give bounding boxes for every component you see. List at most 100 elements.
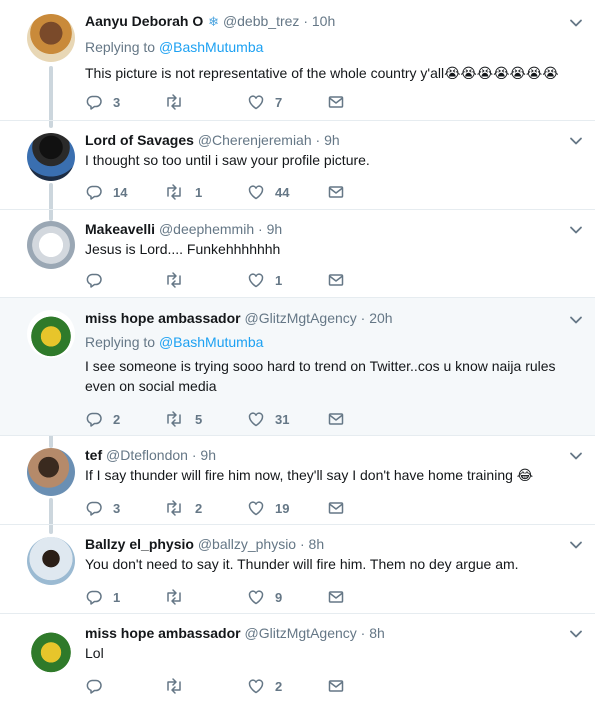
like-count: 1: [275, 272, 283, 288]
timestamp[interactable]: 10h: [312, 13, 335, 29]
author-handle[interactable]: @GlitzMgtAgency: [245, 625, 357, 641]
like-button[interactable]: 1: [247, 270, 282, 290]
chevron-down-icon[interactable]: [569, 134, 583, 148]
chevron-down-icon[interactable]: [569, 16, 583, 30]
like-button[interactable]: 7: [247, 92, 282, 112]
author-name[interactable]: Aanyu Deborah O: [85, 13, 203, 29]
separator: ·: [303, 13, 308, 29]
reply-button[interactable]: 14: [85, 182, 127, 202]
replying-to-link[interactable]: @BashMutumba: [159, 39, 263, 55]
envelope-icon: [327, 588, 345, 606]
dm-button[interactable]: [327, 676, 345, 696]
chevron-down-icon[interactable]: [569, 449, 583, 463]
reply-button[interactable]: 2: [85, 409, 120, 429]
snowflake-icon: ❄: [208, 14, 220, 29]
author-handle[interactable]: @Dteflondon: [106, 447, 188, 463]
reply-button[interactable]: 1: [85, 587, 120, 607]
like-count: 7: [275, 94, 283, 110]
envelope-icon: [327, 271, 345, 289]
heart-icon: [247, 271, 265, 289]
envelope-icon: [327, 499, 345, 517]
dm-button[interactable]: [327, 92, 345, 112]
like-count: 2: [275, 678, 283, 694]
avatar[interactable]: [27, 133, 75, 181]
reply-button[interactable]: [85, 270, 113, 290]
avatar[interactable]: [27, 14, 75, 62]
chevron-down-icon[interactable]: [569, 627, 583, 641]
author-handle[interactable]: @ballzy_physio: [198, 536, 296, 552]
dm-button[interactable]: [327, 182, 345, 202]
replying-label: Replying to: [85, 39, 156, 55]
reply-button[interactable]: 3: [85, 92, 120, 112]
author-handle[interactable]: @GlitzMgtAgency: [245, 310, 357, 326]
chevron-down-icon[interactable]: [569, 223, 583, 237]
heart-icon: [247, 499, 265, 517]
like-button[interactable]: 2: [247, 676, 282, 696]
retweet-button[interactable]: 1: [163, 182, 202, 202]
reply-count: 1: [113, 589, 121, 605]
retweet-button[interactable]: [163, 270, 195, 290]
timestamp[interactable]: 9h: [324, 132, 340, 148]
author-name[interactable]: Ballzy el_physio: [85, 536, 194, 552]
tweet[interactable]: Aanyu Deborah O ❄ @debb_trez · 10h Reply…: [0, 0, 595, 121]
reply-icon: [85, 271, 103, 289]
timestamp[interactable]: 9h: [267, 221, 283, 237]
author-name[interactable]: miss hope ambassador: [85, 310, 241, 326]
retweet-button[interactable]: [163, 676, 195, 696]
retweet-button[interactable]: 2: [163, 498, 202, 518]
like-button[interactable]: 31: [247, 409, 289, 429]
dm-button[interactable]: [327, 409, 345, 429]
reply-count: 2: [113, 411, 121, 427]
tweet[interactable]: tef @Dteflondon · 9h If I say thunder wi…: [0, 436, 595, 525]
like-button[interactable]: 9: [247, 587, 282, 607]
author-name[interactable]: miss hope ambassador: [85, 625, 241, 641]
replying-to-link[interactable]: @BashMutumba: [159, 334, 263, 350]
like-count: 9: [275, 589, 283, 605]
tweet[interactable]: Lord of Savages @Cherenjeremiah · 9h I t…: [0, 121, 595, 210]
retweet-icon: [163, 271, 185, 289]
author-handle[interactable]: @deephemmih: [159, 221, 254, 237]
author-name[interactable]: Makeavelli: [85, 221, 155, 237]
tweet[interactable]: Makeavelli @deephemmih · 9h Jesus is Lor…: [0, 210, 595, 298]
retweet-button[interactable]: 5: [163, 409, 202, 429]
avatar[interactable]: [27, 626, 75, 674]
like-button[interactable]: 44: [247, 182, 289, 202]
reply-button[interactable]: 3: [85, 498, 120, 518]
timestamp[interactable]: 8h: [369, 625, 385, 641]
author-name[interactable]: tef: [85, 447, 102, 463]
author-name[interactable]: Lord of Savages: [85, 132, 194, 148]
like-count: 31: [275, 411, 290, 427]
envelope-icon: [327, 183, 345, 201]
dm-button[interactable]: [327, 498, 345, 518]
timestamp[interactable]: 20h: [369, 310, 392, 326]
retweet-button[interactable]: [163, 92, 195, 112]
author-handle[interactable]: @debb_trez: [223, 13, 299, 29]
avatar[interactable]: [27, 221, 75, 269]
separator: ·: [360, 310, 366, 326]
replying-to: Replying to @BashMutumba: [85, 332, 565, 352]
like-button[interactable]: 19: [247, 498, 289, 518]
retweet-icon: [163, 588, 185, 606]
timestamp[interactable]: 8h: [309, 536, 325, 552]
retweet-icon: [163, 499, 185, 517]
dm-button[interactable]: [327, 587, 345, 607]
tweet[interactable]: miss hope ambassador @GlitzMgtAgency · 8…: [0, 614, 595, 705]
envelope-icon: [327, 677, 345, 695]
avatar[interactable]: [27, 537, 75, 585]
reply-icon: [85, 183, 103, 201]
tweet[interactable]: Ballzy el_physio @ballzy_physio · 8h You…: [0, 525, 595, 614]
retweet-button[interactable]: [163, 587, 195, 607]
replying-label: Replying to: [85, 334, 156, 350]
reply-button[interactable]: [85, 676, 113, 696]
avatar[interactable]: [27, 448, 75, 496]
chevron-down-icon[interactable]: [569, 313, 583, 327]
author-handle[interactable]: @Cherenjeremiah: [198, 132, 312, 148]
reply-count: 3: [113, 94, 121, 110]
tweet-text: I thought so too until i saw your profil…: [85, 152, 370, 168]
tweet-text: You don't need to say it. Thunder will f…: [85, 556, 519, 572]
dm-button[interactable]: [327, 270, 345, 290]
timestamp[interactable]: 9h: [200, 447, 216, 463]
avatar[interactable]: [27, 310, 75, 358]
tweet[interactable]: miss hope ambassador @GlitzMgtAgency · 2…: [0, 298, 595, 436]
chevron-down-icon[interactable]: [569, 538, 583, 552]
